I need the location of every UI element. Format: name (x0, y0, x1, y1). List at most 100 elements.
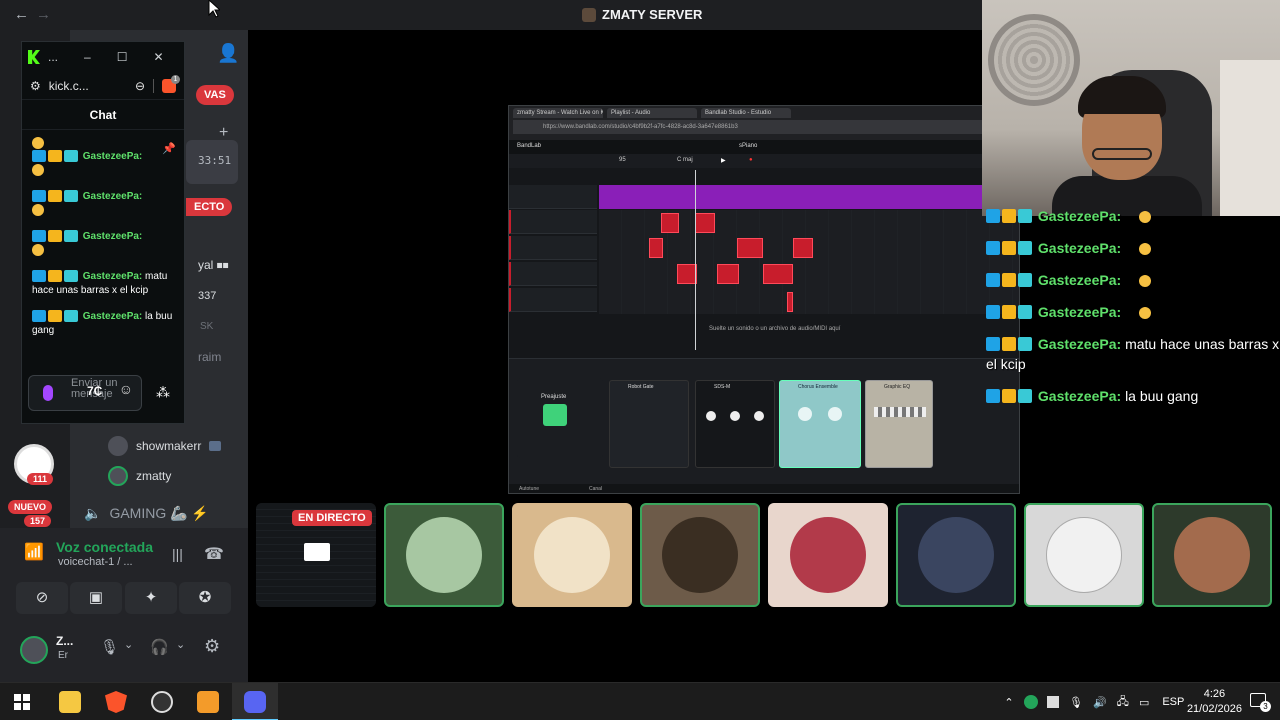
headphones-icon[interactable]: 🎧 (150, 638, 169, 656)
knob[interactable] (828, 407, 842, 421)
camera-off-button[interactable]: ⊘ (16, 582, 68, 614)
chat-username[interactable]: GastezeePa: (83, 311, 142, 322)
obs-icon[interactable] (151, 691, 173, 713)
chat-username[interactable]: GastezeePa: (83, 231, 142, 242)
channel-user[interactable]: showmakerr (108, 436, 222, 456)
midi-clip[interactable] (717, 264, 739, 284)
voice-status[interactable]: Voz conectada (56, 539, 153, 555)
voice-channel-name[interactable]: voicechat-1 / ... (58, 556, 133, 568)
chevron-down-icon[interactable]: ⌄ (124, 638, 133, 651)
windows-start-icon[interactable] (14, 694, 30, 710)
track-header[interactable] (509, 236, 597, 260)
chat-username[interactable]: GastezeePa: (83, 151, 142, 162)
midi-clip[interactable] (787, 292, 793, 312)
participant-tile[interactable] (768, 503, 888, 607)
maximize-icon[interactable]: ☐ (117, 50, 128, 64)
eq-sliders[interactable] (874, 407, 926, 417)
midi-clip[interactable] (677, 264, 697, 284)
fx-card[interactable]: Robot Gate (609, 380, 689, 468)
file-explorer-icon[interactable] (59, 691, 81, 713)
screen-share-button[interactable]: ▣ (70, 582, 122, 614)
preset-thumbnail[interactable] (543, 404, 567, 426)
participant-tile[interactable] (1152, 503, 1272, 607)
track-header[interactable] (509, 262, 597, 286)
chevron-up-icon[interactable]: ⌃ (998, 696, 1020, 709)
participant-tile[interactable] (896, 503, 1016, 607)
browser-url[interactable]: https://www.bandlab.com/studio/c4bf9b2f-… (513, 120, 1015, 134)
play-icon[interactable]: ▶ (721, 157, 726, 164)
language-indicator[interactable]: ESP (1162, 696, 1184, 708)
track-header[interactable] (509, 210, 597, 234)
midi-clip[interactable] (737, 238, 763, 258)
participant-tile[interactable] (640, 503, 760, 607)
midi-clip[interactable] (695, 213, 715, 233)
fl-studio-icon[interactable] (197, 691, 219, 713)
clock[interactable]: 4:26 21/02/2026 (1187, 687, 1242, 717)
add-channel-icon[interactable]: + (219, 125, 228, 141)
audio-clip[interactable] (599, 185, 1019, 209)
battery-icon[interactable]: ▭ (1139, 696, 1149, 709)
settings-sliders-icon[interactable]: ⚙ (30, 79, 41, 93)
browser-tab[interactable]: Playlist - Audio (607, 108, 697, 118)
bpm-value[interactable]: 95 (619, 157, 626, 163)
kick-chat-window[interactable]: ... – ☐ ✕ ⚙ kick.c... ⊖ 1 Chat 📌 Gasteze… (21, 41, 185, 424)
network-icon[interactable]: 🖧 (1117, 693, 1129, 712)
emoji-picker-icon[interactable]: ☺ (119, 382, 133, 396)
tray-app-icon[interactable] (1047, 696, 1059, 708)
pin-icon[interactable]: 📌 (162, 142, 176, 155)
add-friend-icon[interactable]: 👤 (217, 44, 239, 62)
record-icon[interactable]: ● (749, 157, 753, 163)
forward-arrow-icon[interactable]: → (36, 6, 51, 23)
screen-share-window[interactable]: zmatty Stream - Watch Live on K Playlist… (508, 105, 1020, 494)
avatar[interactable] (20, 636, 48, 664)
volume-icon[interactable]: 🔊 (1093, 696, 1107, 709)
server-icon[interactable]: 111 (14, 444, 54, 485)
browser-tab[interactable]: Bandlab Studio - Estudio (701, 108, 791, 118)
playhead[interactable] (695, 170, 696, 350)
tray-app-icon[interactable] (1024, 695, 1038, 709)
key-value[interactable]: C maj (677, 157, 693, 163)
back-arrow-icon[interactable]: ← (14, 6, 29, 23)
participant-tile[interactable] (384, 503, 504, 607)
track-header[interactable] (509, 288, 597, 312)
fx-card[interactable]: Graphic EQ (865, 380, 933, 468)
more-options-icon[interactable]: ⁂ (156, 384, 170, 401)
brave-browser-icon[interactable] (105, 691, 127, 713)
new-pill[interactable]: VAS (196, 85, 234, 105)
close-icon[interactable]: ✕ (153, 50, 163, 64)
chat-username[interactable]: GastezeePa: (83, 191, 142, 202)
participant-tile[interactable] (1024, 503, 1144, 607)
discord-icon[interactable] (244, 691, 266, 713)
knob[interactable] (798, 407, 812, 421)
fx-card[interactable]: SDS-M (695, 380, 775, 468)
fx-card[interactable]: Chorus Ensemble (779, 380, 861, 468)
microphone-icon[interactable]: 🎙 (100, 638, 119, 656)
soundboard-button[interactable]: ✪ (179, 582, 231, 614)
notification-icon[interactable]: 3 (1250, 693, 1271, 712)
zoom-icon[interactable]: ⊖ (135, 79, 145, 93)
knob[interactable] (706, 411, 716, 421)
midi-clip[interactable] (793, 238, 813, 258)
voice-channel-gaming[interactable]: 🔈 GAMING 🦾 ⚡ (84, 505, 209, 522)
disconnect-icon[interactable]: ☎ (204, 544, 224, 564)
channel-user[interactable]: zmatty (108, 466, 171, 486)
chat-username[interactable]: GastezeePa: (83, 271, 142, 282)
midi-clip[interactable] (763, 264, 793, 284)
knob[interactable] (754, 411, 764, 421)
brave-shield-icon[interactable]: 1 (162, 74, 180, 93)
noise-suppression-icon[interactable]: ||| (172, 546, 183, 562)
mic-icon[interactable] (43, 385, 53, 401)
footer-left[interactable]: Autotune (519, 486, 539, 492)
activities-button[interactable]: ✦ (125, 582, 177, 614)
track-header[interactable] (509, 185, 597, 209)
chat-input[interactable]: Enviar un mensaje 7₵ ☺ (28, 375, 142, 411)
midi-clip[interactable] (661, 213, 679, 233)
participant-tile[interactable] (512, 503, 632, 607)
midi-clip[interactable] (649, 238, 663, 258)
kick-url[interactable]: kick.c... (49, 79, 89, 93)
knob[interactable] (730, 411, 740, 421)
minimize-icon[interactable]: – (84, 50, 91, 64)
footer-right[interactable]: Canal (589, 486, 602, 492)
chevron-down-icon[interactable]: ⌄ (176, 638, 185, 651)
microphone-tray-icon[interactable]: 🎙 (1069, 696, 1083, 709)
